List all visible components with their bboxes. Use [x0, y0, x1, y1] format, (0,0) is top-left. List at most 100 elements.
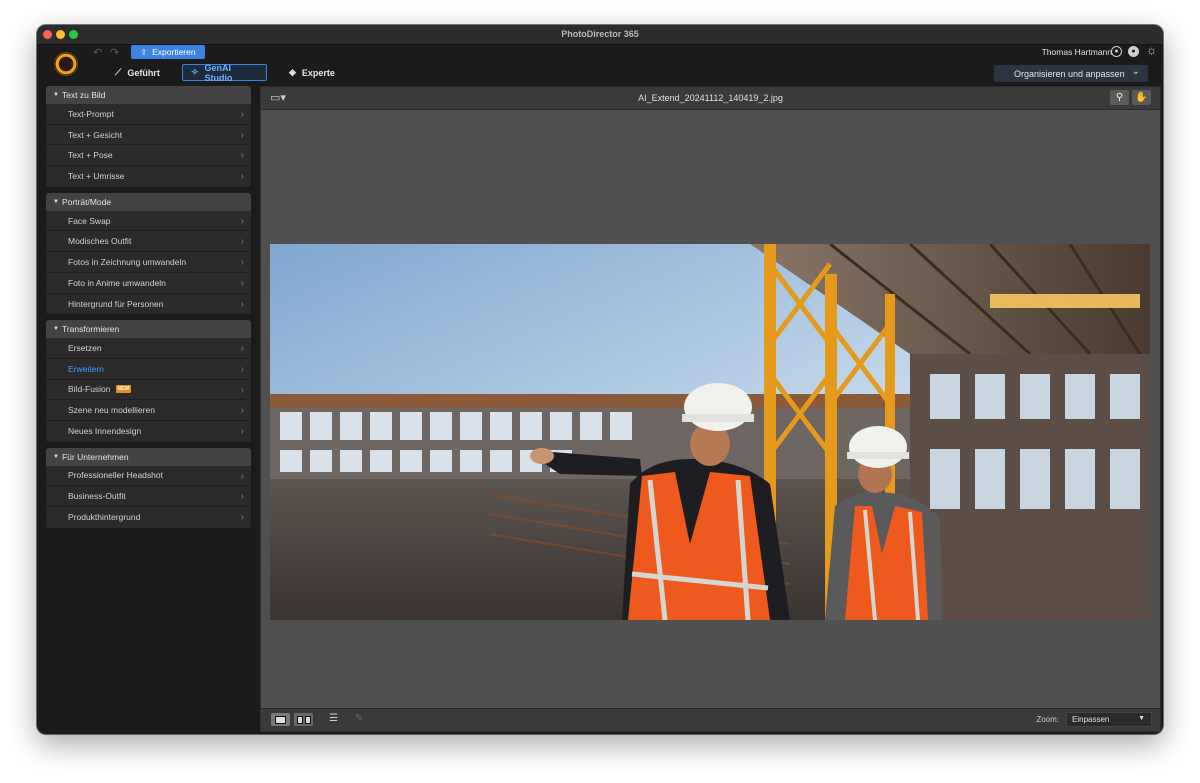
group-header[interactable]: ▼ Transformieren	[46, 320, 251, 339]
collapse-triangle-icon: ▼	[53, 92, 59, 98]
sidebar-item-text-pose[interactable]: Text + Pose ›	[46, 145, 251, 167]
sidebar-item-business-outfit[interactable]: Business-Outfit ›	[46, 486, 251, 507]
file-bar: ▭▾ AI_Extend_20241112_140419_2.jpg ⚲ ✋	[261, 87, 1160, 110]
chevron-right-icon: ›	[240, 236, 244, 248]
group-title: Für Unternehmen	[61, 451, 129, 462]
group-header[interactable]: ▼ Porträt/Mode	[46, 192, 251, 211]
chevron-right-icon: ›	[240, 171, 244, 183]
chevron-right-icon: ›	[240, 257, 244, 269]
filename-label: AI_Extend_20241112_140419_2.jpg	[638, 93, 783, 103]
sidebar-item-text-face[interactable]: Text + Gesicht ›	[46, 125, 251, 146]
tab-expert-label: Experte	[301, 67, 335, 78]
sidebar-group-portrait: ▼ Porträt/Mode Face Swap › Modisches Outfi…	[46, 192, 251, 315]
sidebar-item-label: Text + Gesicht	[68, 129, 123, 140]
undo-icon[interactable]: ↶	[93, 46, 102, 59]
photodirector-logo-icon[interactable]	[54, 52, 78, 76]
construction-site-photo	[270, 244, 1150, 620]
sidebar-item-replace[interactable]: Ersetzen ›	[46, 338, 251, 359]
new-badge: NEW	[115, 385, 132, 394]
search-icon[interactable]: ⚲	[1110, 90, 1129, 105]
sidebar-item-label: Business-Outfit	[68, 491, 126, 502]
chevron-right-icon: ›	[240, 384, 244, 396]
group-title: Text zu Bild	[61, 90, 106, 100]
sidebar-item-extend[interactable]: Erweitern ›	[46, 359, 251, 380]
magic-wand-icon: ⟋	[115, 67, 122, 77]
sidebar-item-text-outline[interactable]: Text + Umrisse ›	[46, 166, 251, 187]
compare-view-icon-right	[304, 715, 311, 724]
single-view-button[interactable]	[271, 713, 290, 726]
upload-icon: ⇪	[140, 47, 148, 57]
sidebar-item-text-prompt[interactable]: Text-Prompt ›	[46, 104, 251, 125]
group-title: Porträt/Mode	[61, 196, 112, 207]
settings-gear-icon[interactable]: ☼	[1146, 43, 1157, 57]
sidebar-item-people-background[interactable]: Hintergrund für Personen ›	[46, 294, 251, 315]
sidebar-item-interior-design[interactable]: Neues Innendesign ›	[46, 421, 251, 442]
tab-guided-label: Geführt	[127, 67, 160, 78]
layers-icon: ◈	[289, 67, 296, 77]
sidebar-item-label: Text-Prompt	[68, 108, 114, 119]
sidebar-item-product-background[interactable]: Produkthintergrund ›	[46, 507, 251, 528]
tab-guided[interactable]: ⟋ Geführt	[107, 64, 168, 81]
sidebar-item-photo-to-drawing[interactable]: Fotos in Zeichnung umwandeln ›	[46, 252, 251, 273]
sidebar-item-fashion-outfit[interactable]: Modisches Outfit ›	[46, 231, 251, 253]
chevron-right-icon: ›	[240, 470, 244, 482]
tab-genai-studio[interactable]: ✧ GenAI Studio	[182, 62, 267, 83]
compare-view-button[interactable]	[294, 713, 313, 726]
tab-genai-label: GenAI Studio	[204, 62, 233, 83]
sidebar-item-label: Produkthintergrund	[68, 512, 141, 523]
tab-expert[interactable]: ◈ Experte	[281, 64, 343, 81]
sidebar-item-remodel-scene[interactable]: Szene neu modellieren ›	[46, 400, 251, 421]
collapse-triangle-icon: ▼	[53, 326, 59, 333]
sidebar-item-label: Modisches Outfit	[68, 236, 132, 247]
sidebar-item-label: Text + Pose	[68, 150, 113, 161]
sidebar-item-face-swap[interactable]: Face Swap ›	[46, 211, 251, 232]
sidebar-item-image-fusion[interactable]: Bild-Fusion NEW ›	[46, 380, 251, 401]
zoom-label: Zoom:	[1036, 715, 1059, 724]
chevron-right-icon: ›	[240, 298, 244, 310]
sidebar-item-label: Neues Innendesign	[68, 426, 142, 437]
sidebar-item-label: Fotos in Zeichnung umwandeln	[68, 256, 187, 267]
workspace-dropdown[interactable]: Organisieren und anpassen ⌄	[994, 65, 1148, 82]
pen-icon[interactable]: ✎	[355, 713, 363, 724]
single-view-icon	[275, 715, 286, 724]
chevron-right-icon: ›	[240, 363, 244, 375]
group-header[interactable]: ▼ Text zu Bild	[46, 86, 251, 104]
sidebar-item-headshot[interactable]: Professioneller Headshot ›	[46, 466, 251, 487]
image-viewer-panel: ▭▾ AI_Extend_20241112_140419_2.jpg ⚲ ✋ ☰…	[260, 86, 1161, 732]
export-label: Exportieren	[152, 47, 196, 57]
title-bar: PhotoDirector 365	[37, 25, 1163, 45]
sidebar-group-text-to-image: ▼ Text zu Bild Text-Prompt › Text + Gesich…	[46, 86, 251, 187]
export-button[interactable]: ⇪ Exportieren	[131, 45, 205, 59]
chevron-right-icon: ›	[240, 491, 244, 503]
chevron-down-icon: ⌄	[1131, 66, 1140, 77]
sidebar-item-photo-to-anime[interactable]: Foto in Anime umwandeln ›	[46, 273, 251, 294]
bottom-toolbar: ☰ ✎ Zoom: Einpassen ▼	[261, 708, 1160, 731]
notification-icon[interactable]: ●	[1128, 46, 1139, 57]
hand-pan-icon[interactable]: ✋	[1132, 90, 1151, 105]
user-account-icon[interactable]: ●	[1111, 46, 1122, 57]
photo-illustration	[270, 244, 1150, 620]
user-name[interactable]: Thomas Hartmann	[1042, 47, 1112, 57]
info-list-icon[interactable]: ☰	[329, 713, 338, 724]
sidebar-item-label: Bild-Fusion	[68, 384, 111, 395]
sidebar-item-label: Ersetzen	[68, 343, 102, 354]
sidebar-item-label: Foto in Anime umwandeln	[68, 277, 166, 288]
sidebar-item-label: Face Swap	[68, 215, 111, 226]
sidebar-group-business: ▼ Für Unternehmen Professioneller Headsho…	[46, 447, 251, 528]
sidebar-item-label: Szene neu modellieren	[68, 405, 155, 416]
sidebar-item-label: Erweitern	[68, 363, 104, 374]
workspace-dropdown-value: Organisieren und anpassen	[1014, 68, 1125, 79]
sparkle-icon: ✧	[191, 67, 199, 77]
collapse-triangle-icon: ▼	[53, 198, 59, 205]
chevron-right-icon: ›	[240, 109, 244, 120]
sidebar-item-label: Hintergrund für Personen	[68, 298, 164, 309]
chevron-right-icon: ›	[240, 129, 244, 141]
canvas-area[interactable]	[261, 110, 1160, 706]
group-header[interactable]: ▼ Für Unternehmen	[46, 447, 251, 466]
chevron-right-icon: ›	[240, 512, 244, 523]
chevron-right-icon: ›	[240, 150, 244, 162]
zoom-select[interactable]: Einpassen ▼	[1066, 712, 1152, 727]
redo-icon[interactable]: ↷	[110, 46, 119, 59]
group-title: Transformieren	[61, 324, 120, 335]
compare-view-icon	[296, 715, 303, 724]
